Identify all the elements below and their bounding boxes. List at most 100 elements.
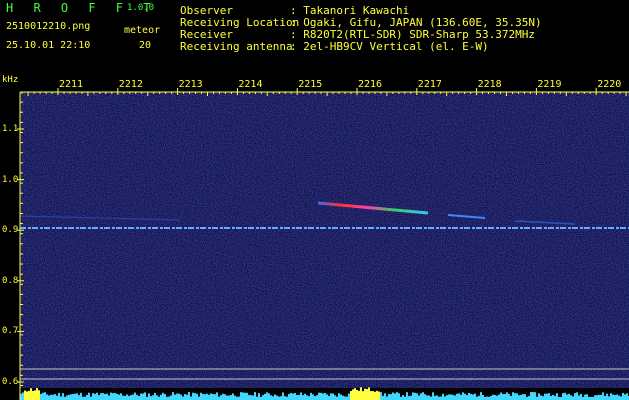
level-bar (224, 394, 226, 400)
level-bar (424, 394, 426, 400)
level-bar (388, 394, 390, 400)
level-bar (566, 394, 568, 400)
level-bar (382, 395, 384, 400)
level-bar (220, 395, 222, 400)
level-bar (296, 395, 298, 400)
level-bar (572, 396, 574, 400)
x-tick-label: 2212 (118, 79, 143, 90)
level-bar (456, 393, 458, 400)
level-bar (178, 393, 180, 400)
level-bar (460, 394, 462, 400)
level-bar (210, 393, 212, 400)
level-bar (102, 393, 104, 400)
level-bar (440, 396, 442, 400)
level-bar (580, 393, 582, 400)
level-bar (508, 393, 510, 400)
level-bar (340, 394, 342, 400)
level-bar (270, 395, 272, 400)
level-bar (76, 393, 78, 400)
level-bar (162, 392, 164, 400)
level-bar (418, 395, 420, 400)
level-bar (156, 395, 158, 400)
level-bar (30, 388, 32, 400)
level-bar (202, 393, 204, 400)
level-bar (106, 393, 108, 400)
level-bar (36, 387, 38, 400)
level-bar (346, 396, 348, 400)
level-bar (92, 393, 94, 400)
level-bar (336, 396, 338, 400)
level-bar (172, 392, 174, 400)
y-tick-label: 1.1 (2, 124, 19, 134)
level-bar (234, 395, 236, 400)
level-bar (540, 395, 542, 400)
level-bar (216, 392, 218, 400)
level-bar (394, 393, 396, 400)
level-bar (618, 395, 620, 400)
level-bar (132, 394, 134, 400)
level-bar (470, 393, 472, 400)
level-bar (38, 390, 40, 400)
level-bar (358, 390, 360, 400)
level-bar (366, 389, 368, 400)
level-bar (606, 393, 608, 400)
level-bar (442, 393, 444, 400)
level-bar (464, 393, 466, 400)
level-bar (136, 394, 138, 400)
level-bar (32, 391, 34, 400)
level-bar (176, 393, 178, 400)
level-bar (128, 395, 130, 400)
level-bar (140, 393, 142, 400)
level-bar (356, 389, 358, 400)
level-bar (390, 394, 392, 400)
level-bar (80, 392, 82, 400)
level-bar (306, 395, 308, 400)
y-tick-label: 0.8 (2, 275, 19, 286)
level-bar (226, 395, 228, 400)
level-bar (170, 395, 172, 400)
waterfall-display: { "app": { "title": "H R O F F T", "vers… (0, 0, 629, 400)
waterfall-noise (20, 92, 629, 388)
level-bar (608, 396, 610, 400)
level-bar (104, 393, 106, 400)
level-bar (130, 395, 132, 400)
y-tick-label: 0.9 (2, 225, 19, 236)
level-bar (532, 392, 534, 400)
level-bar (148, 393, 150, 400)
level-bar (150, 396, 152, 400)
level-bar (476, 396, 478, 400)
level-bar (40, 393, 42, 400)
level-bar (486, 396, 488, 400)
level-bar (624, 394, 626, 400)
level-bar (268, 393, 270, 400)
level-bar (600, 394, 602, 400)
level-bar (610, 393, 612, 400)
level-bar (96, 392, 98, 400)
level-bar (450, 394, 452, 400)
level-bar (616, 394, 618, 400)
x-tick-label: 2217 (417, 79, 442, 90)
level-bar (502, 393, 504, 400)
level-bar (252, 395, 254, 400)
level-bar (42, 392, 44, 400)
level-bar (414, 392, 416, 400)
level-bar (208, 394, 210, 400)
level-bar (196, 393, 198, 400)
level-bar (562, 393, 564, 400)
level-bar (186, 394, 188, 400)
level-bar (24, 390, 26, 400)
level-bar (318, 392, 320, 400)
level-bar (518, 395, 520, 400)
level-bar (174, 394, 176, 400)
level-bar (428, 395, 430, 400)
level-bar (68, 394, 70, 400)
level-bar (312, 394, 314, 400)
level-bar (118, 394, 120, 400)
level-bar (408, 396, 410, 400)
level-bar (570, 395, 572, 400)
level-bar (426, 395, 428, 400)
level-bar (126, 394, 128, 400)
level-bar (472, 394, 474, 400)
level-bar (504, 393, 506, 400)
level-bar (434, 395, 436, 400)
